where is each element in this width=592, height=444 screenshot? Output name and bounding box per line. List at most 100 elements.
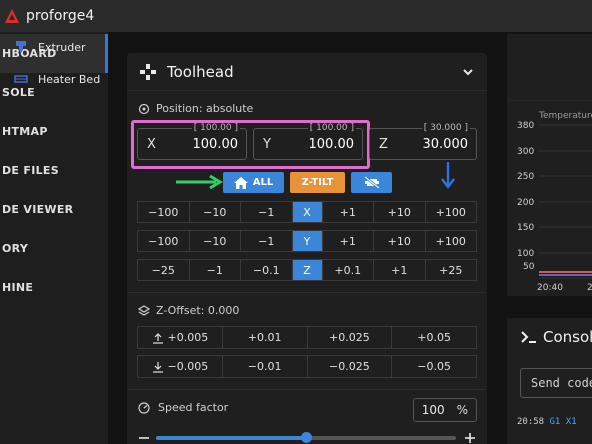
minus-icon[interactable] xyxy=(138,432,150,444)
z-value: 30.000 xyxy=(422,137,469,152)
layers-icon xyxy=(138,304,150,316)
zoffset-header: Z-Offset: 0.000 xyxy=(138,304,239,317)
zoffset-minus-0-05[interactable]: −0.05 xyxy=(392,356,476,377)
zoffset-plus-0-005-label: +0.005 xyxy=(167,331,209,344)
extruder-row[interactable]: Extruder xyxy=(14,40,86,54)
home-z-button[interactable]: Z xyxy=(292,260,323,280)
home-x-button[interactable]: X xyxy=(292,202,323,222)
heater-bed-icon xyxy=(14,75,28,83)
zoffset-plus-0-05[interactable]: +0.05 xyxy=(392,327,476,348)
x-tick: 2 xyxy=(587,283,592,293)
console-line-time: 20:58 xyxy=(517,417,545,427)
console-line-cmd: G1 X1 xyxy=(549,417,577,427)
extruder-label: Extruder xyxy=(38,40,86,54)
toolhead-header[interactable]: Toolhead xyxy=(127,53,487,91)
console-title: Console xyxy=(543,328,592,346)
jog-x-plus-10[interactable]: +10 xyxy=(374,202,426,222)
console-card: Console Send code 20:58 G1 X1 xyxy=(507,318,592,444)
y-tick: 380 xyxy=(517,121,534,131)
position-mode: Position: absolute xyxy=(138,102,253,115)
jog-z-plus-1[interactable]: +1 xyxy=(374,260,426,280)
motors-off-button[interactable] xyxy=(351,172,392,193)
jog-y-plus-100[interactable]: +100 xyxy=(426,231,477,251)
console-header[interactable]: Console xyxy=(521,328,592,346)
z-position-field[interactable]: [ 30.000 ] Z 30.000 xyxy=(369,123,477,160)
zoffset-row-up: +0.005 +0.01 +0.025 +0.05 xyxy=(137,326,477,349)
chart-title: Temperature xyxy=(538,111,592,121)
x-value: 100.00 xyxy=(192,137,239,152)
zoffset-minus-0-025[interactable]: −0.025 xyxy=(308,356,393,377)
y-tick: 150 xyxy=(517,223,534,233)
y-value: 100.00 xyxy=(308,137,355,152)
gamepad-icon xyxy=(140,63,156,80)
jog-z-minus-0-1[interactable]: −0.1 xyxy=(241,260,293,280)
y-tick: 50 xyxy=(523,262,535,272)
chevron-down-icon[interactable] xyxy=(461,65,475,79)
position-label: Position: absolute xyxy=(156,102,254,115)
z-label: Z xyxy=(379,137,388,152)
zoffset-plus-0-01[interactable]: +0.01 xyxy=(223,327,308,348)
jog-x-minus-100[interactable]: −100 xyxy=(138,202,190,222)
speed-factor-value: 100 xyxy=(421,403,445,417)
app-title: proforge4 xyxy=(26,8,95,24)
y-position-field[interactable]: [ 100.00 ] Y 100.00 xyxy=(253,123,363,160)
plus-icon[interactable] xyxy=(464,432,476,444)
sidebar-item-history[interactable]: ORY xyxy=(0,229,108,268)
sidebar-item-gcode-viewer[interactable]: DE VIEWER xyxy=(0,190,108,229)
jog-y-minus-10[interactable]: −10 xyxy=(190,231,241,251)
speed-factor-input[interactable]: 100 % xyxy=(413,398,477,422)
console-input[interactable]: Send code xyxy=(520,368,592,398)
speedometer-icon xyxy=(138,401,150,414)
jog-row-y: −100 −10 −1 Y +1 +10 +100 xyxy=(137,230,477,252)
speed-factor-label: Speed factor xyxy=(158,401,229,414)
zoffset-minus-0-005[interactable]: −0.005 xyxy=(138,356,223,377)
jog-x-minus-1[interactable]: −1 xyxy=(241,202,293,222)
home-y-button[interactable]: Y xyxy=(292,231,323,251)
slider-fill xyxy=(156,436,306,440)
x-max: [ 100.00 ] xyxy=(191,123,240,133)
zoffset-plus-0-005[interactable]: +0.005 xyxy=(138,327,223,348)
z-tilt-button[interactable]: Z-TILT xyxy=(290,172,345,193)
x-label: X xyxy=(147,137,156,152)
zoffset-row-down: −0.005 −0.01 −0.025 −0.05 xyxy=(137,355,477,378)
heater-bed-label: Heater Bed xyxy=(38,72,101,86)
home-all-label: ALL xyxy=(252,177,274,188)
arrow-up-icon xyxy=(152,332,163,344)
sidebar-item-machine[interactable]: HINE xyxy=(0,268,108,307)
sidebar: HBOARD SOLE HTMAP DE FILES DE VIEWER ORY… xyxy=(0,32,108,444)
jog-x-minus-10[interactable]: −10 xyxy=(190,202,241,222)
speed-factor-slider[interactable] xyxy=(156,432,456,443)
z-max: [ 30.000 ] xyxy=(421,123,470,133)
arrow-down-icon xyxy=(152,361,163,373)
jog-row-x: −100 −10 −1 X +1 +10 +100 xyxy=(137,201,477,223)
jog-z-minus-25[interactable]: −25 xyxy=(138,260,190,280)
jog-z-minus-1[interactable]: −1 xyxy=(190,260,241,280)
x-position-field[interactable]: [ 100.00 ] X 100.00 xyxy=(137,123,247,160)
sidebar-item-gcode-files[interactable]: DE FILES xyxy=(0,151,108,190)
jog-y-minus-1[interactable]: −1 xyxy=(241,231,293,251)
zoffset-plus-0-025[interactable]: +0.025 xyxy=(308,327,393,348)
jog-row-z: −25 −1 −0.1 Z +0.1 +1 +25 xyxy=(137,259,477,281)
jog-x-plus-1[interactable]: +1 xyxy=(323,202,374,222)
engine-off-icon xyxy=(363,176,380,189)
y-tick: 100 xyxy=(517,249,534,259)
jog-y-plus-1[interactable]: +1 xyxy=(323,231,374,251)
x-tick: 20:40 xyxy=(537,283,563,293)
jog-x-plus-100[interactable]: +100 xyxy=(426,202,477,222)
zoffset-minus-0-01[interactable]: −0.01 xyxy=(223,356,308,377)
jog-z-plus-25[interactable]: +25 xyxy=(426,260,477,280)
jog-y-plus-10[interactable]: +10 xyxy=(374,231,426,251)
sidebar-item-heightmap[interactable]: HTMAP xyxy=(0,112,108,151)
card-title: Toolhead xyxy=(167,62,234,81)
home-all-button[interactable]: ALL xyxy=(223,172,284,193)
crosshair-icon xyxy=(138,103,150,114)
y-tick: 300 xyxy=(517,147,534,157)
console-line: 20:58 G1 X1 xyxy=(517,417,577,427)
extruder-icon xyxy=(16,41,26,53)
jog-y-minus-100[interactable]: −100 xyxy=(138,231,190,251)
y-label: Y xyxy=(263,137,271,152)
terminal-icon xyxy=(521,331,536,343)
slider-handle[interactable] xyxy=(301,432,312,443)
heater-bed-row[interactable]: Heater Bed xyxy=(14,72,100,86)
jog-z-plus-0-1[interactable]: +0.1 xyxy=(323,260,374,280)
